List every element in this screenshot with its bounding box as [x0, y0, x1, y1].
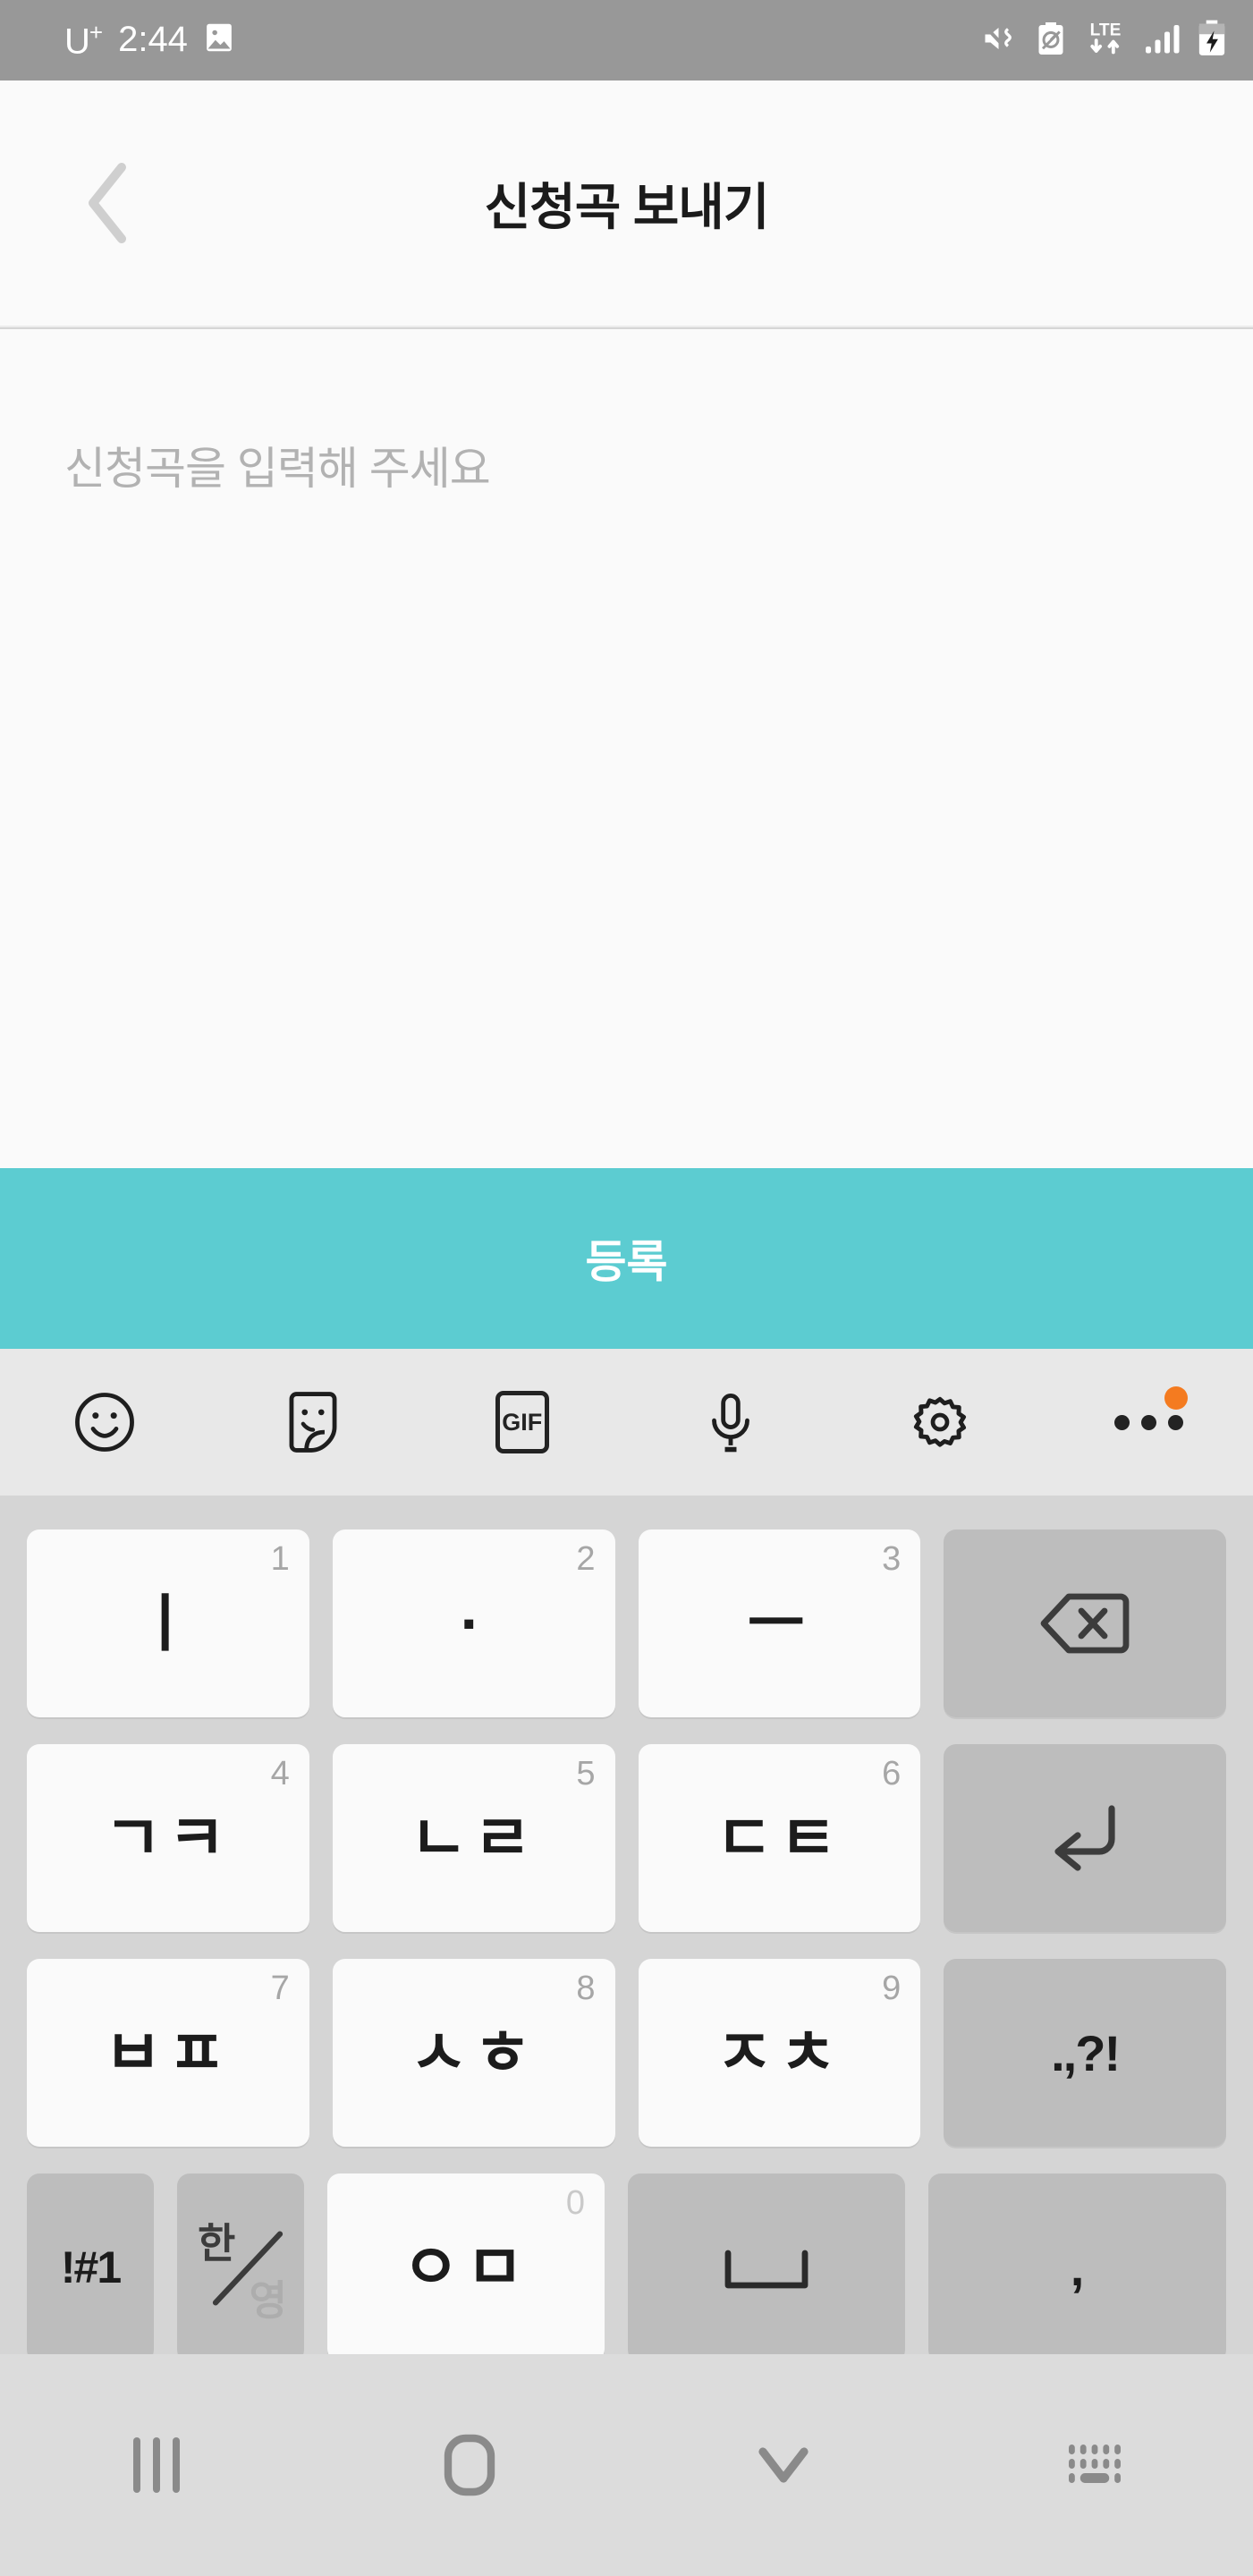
enter-icon [1054, 1805, 1115, 1871]
key-punctuation[interactable]: .,?! [944, 1959, 1226, 2147]
key-jieut-chieut[interactable]: ㅈㅊ 9 [638, 1959, 921, 2147]
home-icon [444, 2434, 495, 2496]
chevron-down-icon [758, 2447, 809, 2483]
language-yeong-label: 영 [249, 2277, 287, 2324]
signal-bars-icon [1143, 20, 1181, 62]
back-chevron-icon [89, 163, 126, 243]
recents-button[interactable] [0, 2354, 313, 2576]
image-icon [204, 21, 234, 58]
submit-button[interactable]: 등록 [0, 1168, 1253, 1349]
sticker-button[interactable] [209, 1349, 419, 1496]
language-toggle-inner: 한 영 [198, 2209, 287, 2326]
key-ieung-mieum[interactable]: ㅇㅁ 0 [327, 2174, 605, 2361]
key-enter[interactable] [944, 1744, 1226, 1932]
more-options-button[interactable] [1045, 1349, 1253, 1496]
voice-input-button[interactable] [627, 1349, 836, 1496]
backspace-icon [1040, 1593, 1130, 1654]
microphone-icon [712, 1393, 750, 1453]
submit-button-label: 등록 [585, 1237, 668, 1287]
keyboard-switch-button[interactable] [940, 2354, 1253, 2576]
keyboard-row-1: ㅣ 1 · 2 ㅡ 3 [27, 1530, 1226, 1717]
emoji-button[interactable] [0, 1349, 209, 1496]
home-button[interactable] [313, 2354, 626, 2576]
settings-gear-icon [913, 1396, 966, 1447]
key-language-toggle[interactable]: 한 영 [177, 2174, 304, 2361]
key-i[interactable]: ㅣ 1 [27, 1530, 309, 1717]
navigation-bar [0, 2354, 1253, 2576]
carrier-label: U+ [64, 18, 103, 62]
hide-keyboard-button[interactable] [627, 2354, 940, 2576]
song-request-input-area[interactable]: 신청곡을 입력해 주세요 [0, 329, 1253, 1168]
key-dot[interactable]: · 2 [332, 1530, 615, 1717]
data-saver-icon [1034, 20, 1068, 62]
keyboard: ㅣ 1 · 2 ㅡ 3 ㄱㅋ 4 ㄴㄹ 5 ㄷㅌ 6 ㅂㅍ 7 ㅅㅎ 8 ㅈㅊ … [0, 1496, 1253, 2361]
key-eu[interactable]: ㅡ 3 [638, 1530, 921, 1717]
more-options-icon [1113, 1414, 1183, 1430]
space-icon [724, 2250, 809, 2289]
recents-icon [133, 2437, 181, 2493]
app-header: 신청곡 보내기 [0, 80, 1253, 327]
keyboard-row-4: !#1 한 영 ㅇㅁ 0 , [27, 2174, 1226, 2361]
song-request-placeholder: 신청곡을 입력해 주세요 [64, 444, 491, 494]
sticker-icon [289, 1392, 337, 1453]
phone-screen: U+ 2:44 LTE 신청곡 보내기 신청곡을 입력해 주세요 등록 GIF … [0, 0, 1253, 2576]
page-title: 신청곡 보내기 [484, 178, 770, 235]
key-symbols[interactable]: !#1 [27, 2174, 154, 2361]
key-comma[interactable]: , [928, 2174, 1226, 2361]
keyboard-settings-button[interactable] [835, 1349, 1045, 1496]
emoji-icon [74, 1393, 134, 1452]
back-button[interactable] [59, 154, 157, 252]
key-bieup-pieup[interactable]: ㅂㅍ 7 [27, 1959, 309, 2147]
status-bar-left: U+ 2:44 [64, 19, 234, 62]
status-bar: U+ 2:44 LTE [0, 0, 1253, 80]
key-space[interactable] [628, 2174, 905, 2361]
lte-icon: LTE [1083, 18, 1128, 64]
key-digeut-tieut[interactable]: ㄷㅌ 6 [638, 1744, 921, 1932]
clock-label: 2:44 [118, 20, 188, 60]
key-backspace[interactable] [944, 1530, 1226, 1717]
notification-badge-icon [1164, 1386, 1189, 1410]
keyboard-switch-icon [1068, 2445, 1121, 2483]
status-bar-right: LTE [981, 18, 1228, 64]
battery-charging-icon [1196, 19, 1228, 63]
svg-text:LTE: LTE [1090, 21, 1122, 39]
gif-button[interactable]: GIF [418, 1349, 627, 1496]
gif-icon: GIF [495, 1391, 549, 1453]
keyboard-row-3: ㅂㅍ 7 ㅅㅎ 8 ㅈㅊ 9 .,?! [27, 1959, 1226, 2147]
mute-vibrate-icon [981, 20, 1019, 62]
keyboard-row-2: ㄱㅋ 4 ㄴㄹ 5 ㄷㅌ 6 [27, 1744, 1226, 1932]
key-siot-hieut[interactable]: ㅅㅎ 8 [332, 1959, 615, 2147]
keyboard-toolbar: GIF [0, 1349, 1253, 1496]
key-giyeok-kieuk[interactable]: ㄱㅋ 4 [27, 1744, 309, 1932]
key-nieun-rieul[interactable]: ㄴㄹ 5 [332, 1744, 615, 1932]
